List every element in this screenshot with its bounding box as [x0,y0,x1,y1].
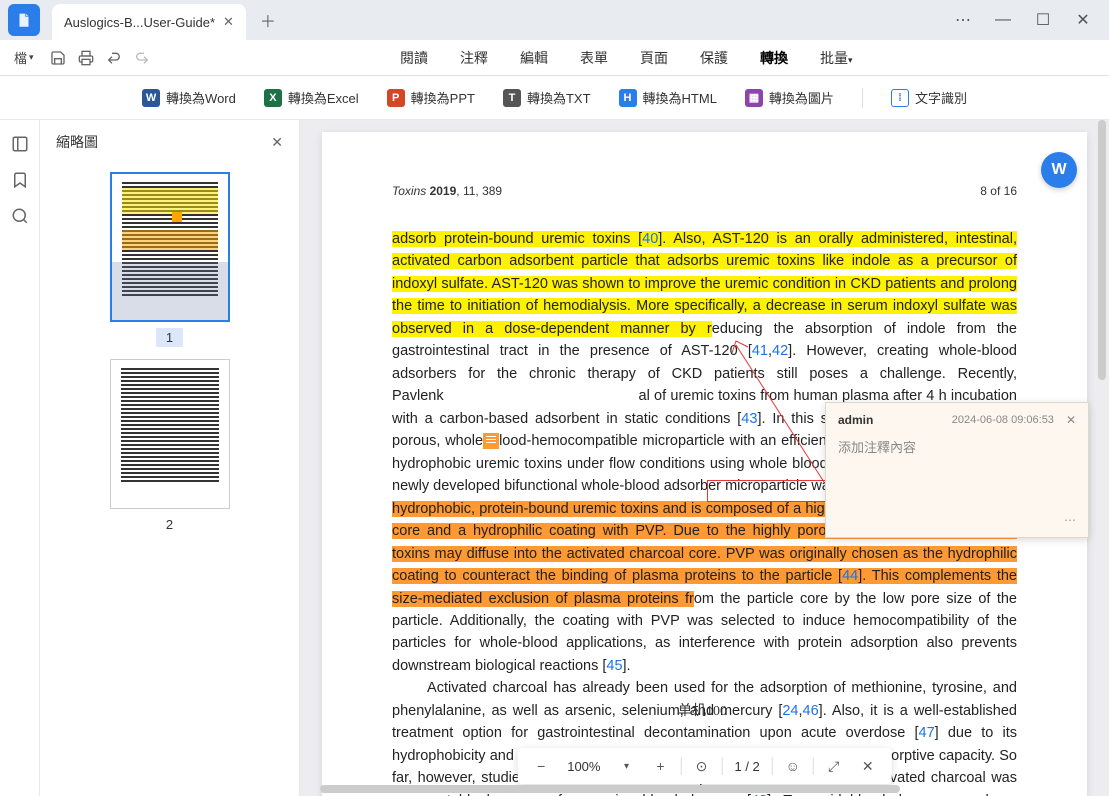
ocr-button[interactable]: ⁞文字識別 [891,88,967,107]
tab-page[interactable]: 頁面 [632,42,676,74]
zoom-level[interactable]: 100% [561,759,606,774]
tab-read[interactable]: 閱讀 [392,42,436,74]
tab-form[interactable]: 表單 [572,42,616,74]
more-icon[interactable]: ⋯ [945,4,981,36]
redo-icon[interactable] [132,48,152,68]
close-bar-button[interactable]: ✕ [854,752,882,780]
zoom-out-button[interactable]: − [527,752,555,780]
zoom-dropdown-icon[interactable]: ▾ [612,752,640,780]
arrow-annotation[interactable] [728,337,824,482]
tab-title: Auslogics-B...User-Guide* [64,15,215,30]
convert-to-ppt-button[interactable]: P轉換為PPT [387,88,475,107]
convert-to-excel-button[interactable]: X轉換為Excel [264,88,359,107]
horizontal-scrollbar[interactable] [320,784,1093,794]
close-window-button[interactable]: ✕ [1065,4,1101,36]
comment-user: admin [838,413,873,427]
page-header-left: Toxins 2019, 11, 389 [392,184,502,198]
page-controls-bar: − 100% ▾ + ⊙ 1 / 2 ☺ ⤢ ✕ [517,748,892,784]
convert-to-word-button[interactable]: W轉換為Word [142,88,236,107]
undo-icon[interactable] [104,48,124,68]
thumbnail-1[interactable]: 1 [56,172,283,347]
maximize-button[interactable]: ☐ [1025,4,1061,36]
convert-to-html-button[interactable]: H轉換為HTML [619,88,717,107]
close-tab-icon[interactable]: ✕ [223,14,234,30]
fullscreen-button[interactable]: ⤢ [820,752,848,780]
new-tab-button[interactable]: ＋ [254,6,282,34]
thumbnail-2-number: 2 [156,515,183,534]
tab-annotate[interactable]: 注釋 [452,42,496,74]
page-header-right: 8 of 16 [980,184,1017,198]
close-comment-icon[interactable]: ✕ [1066,413,1076,427]
note-annotation-icon[interactable] [483,433,499,449]
app-icon [8,4,40,36]
minimize-button[interactable]: — [985,4,1021,36]
tab-batch[interactable]: 批量▾ [812,42,861,74]
thumbnail-panel-title: 縮略圖 [56,132,98,152]
document-tab[interactable]: Auslogics-B...User-Guide* ✕ [52,4,246,40]
zoom-in-button[interactable]: + [646,752,674,780]
thumbnail-1-number: 1 [156,328,183,347]
convert-to-image-button[interactable]: ▦轉換為圖片 [745,88,834,107]
thumbnail-2[interactable]: 2 [56,359,283,534]
save-icon[interactable] [48,48,68,68]
convert-to-txt-button[interactable]: T轉換為TXT [503,88,591,107]
comment-body[interactable]: 添加注釋內容 [838,437,1076,497]
tab-edit[interactable]: 編輯 [512,42,556,74]
close-thumbnail-panel-icon[interactable]: ✕ [271,134,283,151]
print-icon[interactable] [76,48,96,68]
search-icon[interactable] [8,204,32,228]
comment-options-icon[interactable]: ⋯ [1064,513,1076,527]
file-menu[interactable]: 檔▾ [8,44,40,71]
comment-date: 2024-06-08 09:06:53 [952,414,1054,426]
read-mode-button[interactable]: ☺ [779,752,807,780]
bookmark-icon[interactable] [8,168,32,192]
tab-convert[interactable]: 轉換 [752,42,796,74]
toolbar-separator [862,88,863,108]
vertical-scrollbar[interactable] [1097,120,1107,794]
fit-page-button[interactable]: ⊙ [687,752,715,780]
page-indicator[interactable]: 1 / 2 [728,759,765,774]
typed-text-annotation[interactable]: 单机100 [678,700,727,720]
tab-protect[interactable]: 保護 [692,42,736,74]
floating-word-badge[interactable]: W [1041,152,1077,188]
comment-popup[interactable]: admin 2024-06-08 09:06:53 ✕ 添加注釋內容 ⋯ [825,402,1089,538]
thumbnails-icon[interactable] [8,132,32,156]
